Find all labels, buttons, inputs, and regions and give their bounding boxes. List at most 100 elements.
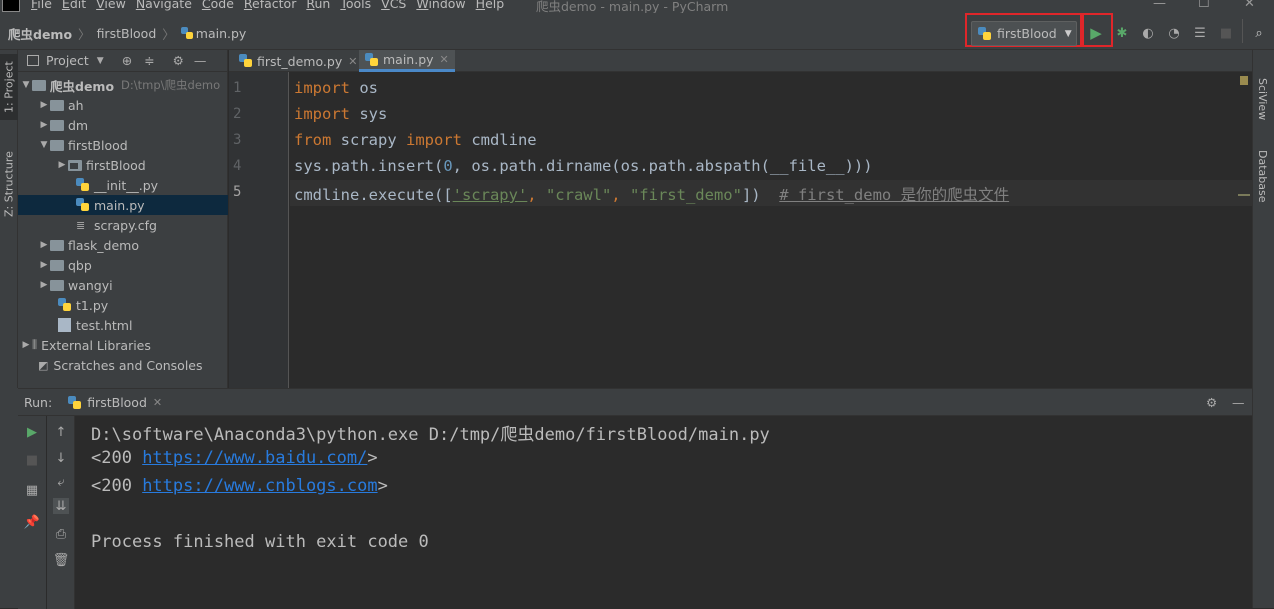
trash-icon[interactable]: 🗑 [53, 552, 70, 568]
menu-view[interactable]: View [96, 0, 126, 11]
expand-arrow-icon[interactable]: ▼ [20, 80, 32, 90]
close-tab-icon[interactable]: ✕ [348, 55, 357, 68]
run-configuration-select[interactable]: firstBlood ▼ [971, 21, 1077, 46]
menu-tools[interactable]: Tools [340, 0, 371, 11]
menu-run[interactable]: Run [306, 0, 330, 11]
folder-icon [50, 279, 64, 291]
menu-edit[interactable]: Edit [62, 0, 86, 11]
scroll-to-end-icon[interactable]: ⇊ [53, 498, 69, 514]
code-line-1[interactable]: import os [294, 79, 378, 97]
menu-refactor[interactable]: Refactor [244, 0, 296, 11]
gear-icon[interactable]: ⚙ [173, 53, 184, 68]
expand-arrow-icon[interactable]: ▶ [56, 160, 68, 170]
menu-code[interactable]: Code [202, 0, 234, 11]
expand-arrow-icon[interactable]: ▶ [38, 240, 50, 250]
tab-first-demo-py[interactable]: first_demo.py ✕ [233, 50, 363, 72]
code-line-3[interactable]: from scrapy import cmdline [294, 131, 537, 149]
tree-item-scratches[interactable]: ◩ Scratches and Consoles [18, 355, 228, 375]
folder-icon [50, 119, 64, 131]
expand-arrow-icon[interactable]: ▼ [38, 140, 50, 150]
inspection-marker-icon[interactable] [1240, 76, 1248, 85]
menu-vcs[interactable]: VCS [381, 0, 406, 11]
console-line-command: D:\software\Anaconda3\python.exe D:/tmp/… [91, 425, 770, 445]
coverage-icon[interactable]: ◐ [1140, 25, 1156, 41]
editor-area: first_demo.py ✕ main.py ✕ 1 2 3 4 5 impo… [229, 50, 1252, 388]
expand-arrow-icon[interactable]: ▶ [20, 340, 32, 350]
tree-item-scrapy-cfg[interactable]: ≣ scrapy.cfg [18, 215, 228, 235]
folder-icon [32, 79, 46, 91]
expand-arrow-icon[interactable]: ▶ [38, 260, 50, 270]
locate-icon[interactable]: ⊕ [122, 53, 132, 68]
tab-project[interactable]: 1: Project [0, 54, 18, 120]
run-tab-label[interactable]: firstBlood [87, 395, 147, 410]
tree-item-firstblood[interactable]: ▼ firstBlood [18, 135, 228, 155]
rerun-icon[interactable]: ▶ [24, 424, 40, 440]
collapse-all-icon[interactable]: ≑ [144, 53, 154, 68]
right-tool-strip: SciView Database [1252, 50, 1274, 608]
menu-window[interactable]: Window [416, 0, 465, 11]
debug-icon[interactable]: ✱ [1114, 25, 1130, 41]
code-line-4[interactable]: sys.path.insert(0, os.path.dirname(os.pa… [294, 157, 873, 175]
folder-icon [50, 139, 64, 151]
up-arrow-icon[interactable]: ↑ [53, 424, 69, 440]
menu-file[interactable]: File [31, 0, 52, 11]
tree-item-firstblood-module[interactable]: ▶ firstBlood [18, 155, 228, 175]
tab-database[interactable]: Database [1256, 150, 1269, 203]
pin-icon[interactable]: 📌 [24, 514, 40, 530]
run-icon[interactable]: ▶ [1088, 24, 1104, 42]
python-file-icon [58, 298, 71, 312]
stop-icon[interactable]: ■ [24, 452, 40, 468]
run-panel-header: Run: firstBlood ✕ ⚙ — [18, 389, 1252, 416]
tree-item-root[interactable]: ▼ 爬虫demo D:\tmp\爬虫demo [18, 75, 228, 95]
expand-arrow-icon[interactable]: ▶ [38, 120, 50, 130]
code-line-2[interactable]: import sys [294, 105, 387, 123]
console-link[interactable]: https://www.cnblogs.com [142, 476, 377, 496]
python-file-icon [76, 198, 89, 212]
tree-item-wangyi[interactable]: ▶ wangyi [18, 275, 228, 295]
hide-panel-icon[interactable]: — [1232, 395, 1245, 410]
tree-item-flask-demo[interactable]: ▶ flask_demo [18, 235, 228, 255]
breadcrumb-file[interactable]: main.py [196, 26, 247, 41]
maximize-icon[interactable]: ☐ [1198, 0, 1210, 11]
close-tab-icon[interactable]: ✕ [440, 53, 449, 66]
tree-item-qbp[interactable]: ▶ qbp [18, 255, 228, 275]
menu-help[interactable]: Help [476, 0, 505, 11]
tree-item-dm[interactable]: ▶ dm [18, 115, 228, 135]
print-icon[interactable]: ⎙ [53, 526, 69, 542]
tab-structure[interactable]: Z: Structure [0, 142, 18, 226]
tree-item-test-html[interactable]: test.html [18, 315, 228, 335]
expand-arrow-icon[interactable]: ▶ [38, 100, 50, 110]
breadcrumb-project[interactable]: 爬虫demo [8, 24, 72, 43]
close-tab-icon[interactable]: ✕ [153, 396, 162, 409]
python-file-icon [180, 27, 193, 40]
expand-arrow-icon[interactable]: ▶ [38, 280, 50, 290]
menu-navigate[interactable]: Navigate [136, 0, 192, 11]
tree-item-external-libraries[interactable]: ▶ ⫼ External Libraries [18, 335, 228, 355]
down-arrow-icon[interactable]: ↓ [53, 450, 69, 466]
library-icon: ⫼ [32, 338, 38, 351]
profile-icon[interactable]: ◔ [1166, 25, 1182, 41]
tree-item-main-py[interactable]: main.py [18, 195, 228, 215]
console-link[interactable]: https://www.baidu.com/ [142, 448, 367, 468]
window-title: 爬虫demo - main.py - PyCharm [536, 0, 729, 13]
run-concurrency-icon[interactable]: ☰ [1192, 25, 1208, 41]
console-line-response-1: <200 https://www.baidu.com/> [91, 448, 378, 468]
breadcrumb-folder[interactable]: firstBlood [97, 26, 157, 41]
tab-main-py[interactable]: main.py ✕ [359, 50, 455, 72]
code-line-5[interactable]: cmdline.execute(['scrapy', "crawl", "fir… [294, 183, 1009, 205]
minimize-icon[interactable]: — [1153, 0, 1166, 11]
stop-icon[interactable]: ■ [1218, 25, 1234, 41]
gear-icon[interactable]: ⚙ [1206, 395, 1217, 410]
hide-panel-icon[interactable]: — [194, 53, 207, 68]
search-icon[interactable]: ⌕ [1251, 25, 1267, 41]
layout-icon[interactable]: ▦ [24, 482, 40, 498]
soft-wrap-icon[interactable]: ⤶ [53, 474, 69, 490]
tab-sciview[interactable]: SciView [1256, 78, 1269, 120]
tree-item-ah[interactable]: ▶ ah [18, 95, 228, 115]
close-icon[interactable]: ✕ [1244, 0, 1255, 11]
warning-stripe[interactable] [1238, 194, 1250, 196]
chevron-down-icon[interactable]: ▼ [97, 56, 104, 66]
tree-item-init-py[interactable]: __init__.py [18, 175, 228, 195]
project-view-select[interactable]: Project [46, 53, 89, 68]
tree-item-t1-py[interactable]: t1.py [18, 295, 228, 315]
